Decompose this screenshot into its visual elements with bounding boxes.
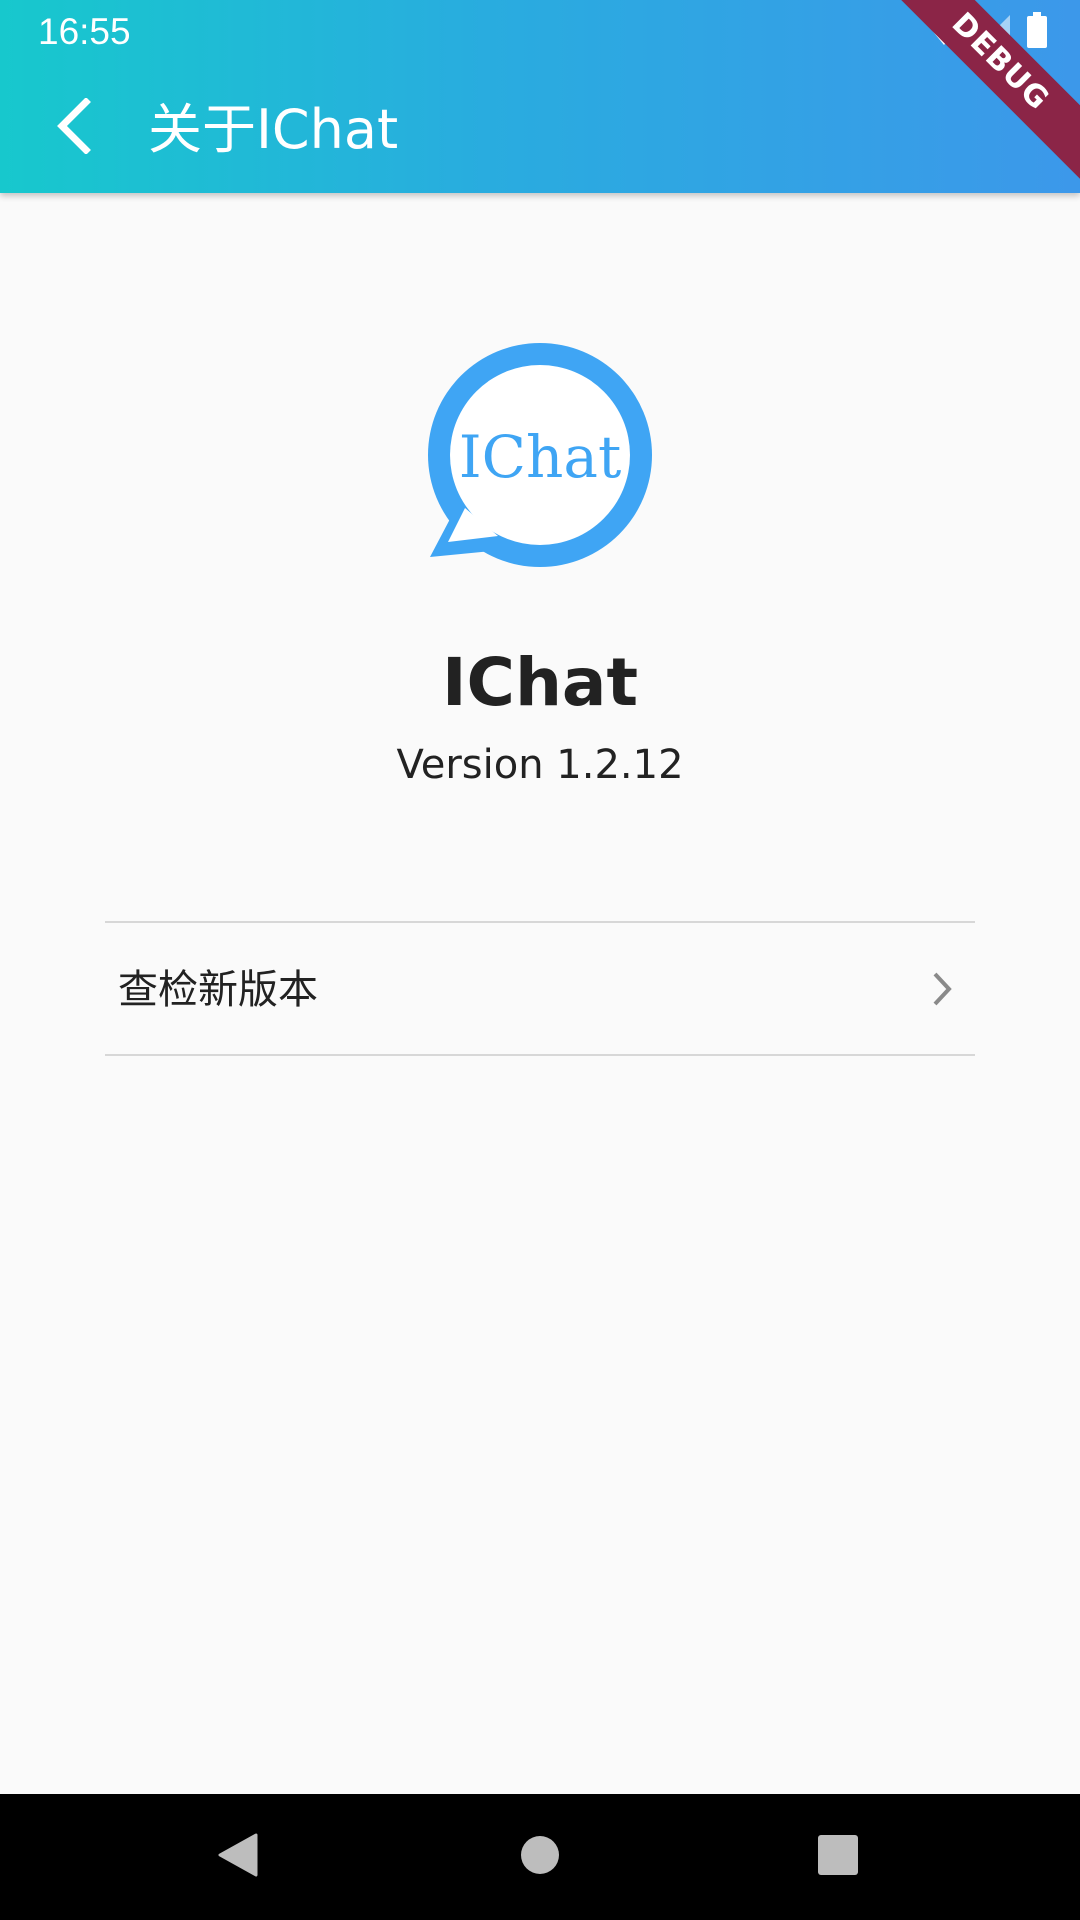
- logo-text: IChat: [459, 423, 622, 491]
- app-version: Version 1.2.12: [396, 742, 684, 788]
- divider-bottom: [105, 1054, 975, 1056]
- nav-recents-button[interactable]: [808, 1827, 868, 1887]
- back-button[interactable]: [44, 90, 104, 166]
- home-circle-icon: [520, 1835, 560, 1879]
- recents-square-icon: [817, 1834, 859, 1880]
- app-name: IChat: [441, 644, 639, 721]
- battery-icon: [1026, 12, 1048, 52]
- nav-back-button[interactable]: [208, 1827, 268, 1887]
- check-update-item[interactable]: 查检新版本: [105, 924, 975, 1054]
- navigation-bar: [0, 1794, 1080, 1920]
- divider-top: [105, 921, 975, 923]
- app-bar: 16:55 关于IChat: [0, 0, 1080, 193]
- check-update-label: 查检新版本: [118, 967, 318, 1013]
- nav-home-button[interactable]: [510, 1827, 570, 1887]
- back-triangle-icon: [216, 1831, 260, 1883]
- chevron-right-icon: [927, 968, 957, 1010]
- page-title: 关于IChat: [148, 98, 399, 161]
- app-logo: IChat: [420, 340, 660, 580]
- chevron-left-icon: [54, 97, 94, 158]
- status-bar-time: 16:55: [38, 11, 131, 52]
